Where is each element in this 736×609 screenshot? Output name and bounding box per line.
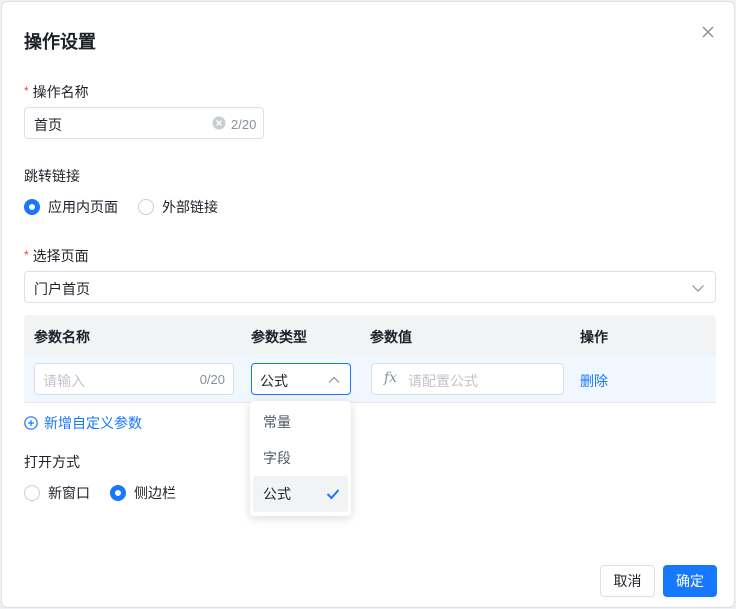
- dialog-title: 操作设置: [24, 32, 96, 52]
- param-name-counter: 0/20: [199, 372, 225, 387]
- chevron-up-icon: [328, 376, 340, 383]
- confirm-button[interactable]: 确定: [663, 565, 717, 597]
- check-icon: [326, 489, 340, 500]
- radio-new-window[interactable]: 新窗口: [24, 483, 90, 503]
- radio-dot-checked: [110, 485, 126, 501]
- dropdown-option-field[interactable]: 字段: [253, 440, 348, 476]
- open-mode-label: 打开方式: [24, 454, 80, 470]
- header-param-type: 参数类型: [251, 329, 307, 345]
- delete-row-link[interactable]: 删除: [580, 371, 608, 391]
- open-mode-radio-group: 新窗口 侧边栏: [24, 483, 196, 503]
- chevron-down-icon: [692, 285, 704, 292]
- radio-sidebar[interactable]: 侧边栏: [110, 483, 176, 503]
- jump-link-label: 跳转链接: [24, 168, 80, 184]
- param-value-placeholder: 请配置公式: [408, 373, 478, 389]
- add-custom-param-button[interactable]: 新增自定义参数: [24, 413, 142, 433]
- table-header: 参数名称 参数类型 参数值 操作: [24, 315, 716, 355]
- page-select-value: 门户首页: [34, 281, 90, 297]
- dropdown-option-formula[interactable]: 公式: [253, 476, 348, 512]
- param-name-input[interactable]: 请输入 0/20: [34, 363, 234, 395]
- param-type-select[interactable]: 公式: [251, 363, 351, 395]
- action-name-input[interactable]: 首页 2/20: [24, 107, 264, 139]
- header-param-name: 参数名称: [34, 329, 90, 345]
- radio-in-app-page[interactable]: 应用内页面: [24, 197, 118, 217]
- param-type-dropdown: 常量 字段 公式: [250, 401, 351, 516]
- param-value-formula-input[interactable]: fx 请配置公式: [371, 363, 564, 395]
- plus-circle-icon: [24, 416, 38, 430]
- required-mark: *: [24, 248, 29, 262]
- action-name-counter: 2/20: [231, 117, 257, 132]
- close-icon[interactable]: [698, 22, 718, 42]
- param-name-placeholder: 请输入: [43, 373, 85, 389]
- table-row: 请输入 0/20 公式 fx 请配置公式 删除: [24, 355, 716, 403]
- dropdown-option-constant[interactable]: 常量: [253, 404, 348, 440]
- jump-link-radio-group: 应用内页面 外部链接: [24, 197, 238, 217]
- page-select[interactable]: 门户首页: [24, 271, 716, 303]
- action-name-label: * 操作名称: [24, 84, 89, 100]
- required-mark: *: [24, 84, 29, 98]
- radio-dot: [24, 485, 40, 501]
- clear-icon[interactable]: [212, 116, 226, 130]
- page-select-label: * 选择页面: [24, 248, 89, 264]
- operation-settings-dialog: 操作设置 * 操作名称 首页 2/20 跳转链接 应用内页面 外部链接 * 选择页面…: [1, 1, 735, 608]
- radio-dot: [138, 199, 154, 215]
- params-table: 参数名称 参数类型 参数值 操作 请输入 0/20 公式 fx 请配置公式 删除: [24, 315, 716, 403]
- fx-icon: fx: [384, 370, 398, 386]
- param-type-value: 公式: [260, 373, 288, 389]
- radio-dot-checked: [24, 199, 40, 215]
- cancel-button[interactable]: 取消: [600, 565, 655, 597]
- header-param-value: 参数值: [370, 329, 412, 345]
- action-name-value: 首页: [34, 117, 62, 133]
- radio-external-link[interactable]: 外部链接: [138, 197, 218, 217]
- header-action: 操作: [580, 329, 608, 345]
- add-custom-param-label: 新增自定义参数: [44, 415, 142, 431]
